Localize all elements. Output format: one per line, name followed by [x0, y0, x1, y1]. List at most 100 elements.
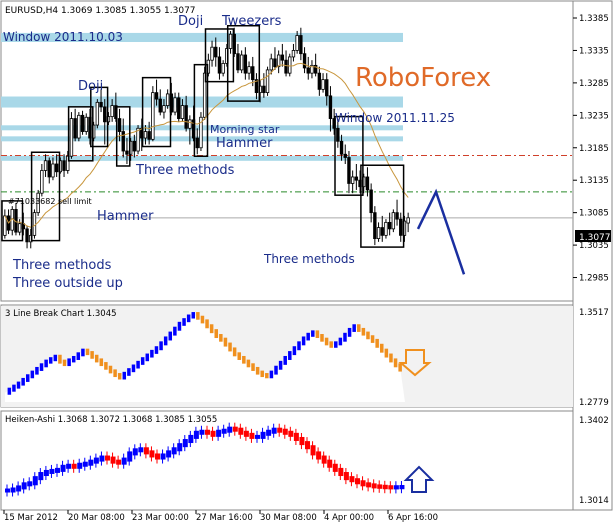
main-ytick-label: 1.3335: [579, 46, 609, 56]
annotation-hammer-low: Hammer: [97, 209, 154, 224]
bear-candle: [158, 98, 162, 113]
linebreak-up-brick: [16, 381, 21, 389]
bull-candle: [291, 50, 296, 58]
annotation-doji-top: Doji: [178, 14, 203, 29]
bear-candle: [184, 105, 188, 129]
ha-bull-candle: [260, 431, 266, 439]
ha-bear-candle: [382, 484, 388, 490]
bear-candle: [369, 189, 373, 214]
bull-candle: [221, 63, 225, 74]
linebreak-down-brick: [389, 353, 393, 363]
linebreak-up-brick: [67, 358, 71, 367]
ha-bear-candle: [293, 432, 299, 441]
bear-candle: [251, 66, 255, 81]
linebreak-down-brick: [94, 354, 99, 363]
bull-candle: [210, 46, 214, 61]
linebreak-up-brick: [48, 357, 53, 364]
bull-candle: [51, 163, 55, 178]
ha-bear-candle: [343, 472, 349, 481]
ha-bear-candle: [143, 447, 149, 455]
bear-candle: [147, 131, 151, 140]
linebreak-up-brick: [159, 341, 163, 351]
ha-bear-candle: [360, 480, 366, 487]
bear-candle: [395, 212, 399, 220]
linebreak-up-brick: [311, 330, 315, 337]
ha-bull-candle: [27, 481, 33, 487]
ha-bull-candle: [171, 447, 177, 455]
ha-bear-candle: [299, 436, 305, 446]
linebreak-up-brick: [338, 337, 343, 346]
ha-bear-candle: [205, 429, 210, 435]
linebreak-up-brick: [301, 336, 306, 346]
ha-bear-candle: [305, 441, 310, 450]
linebreak-down-brick: [200, 315, 205, 324]
bear-candle: [99, 101, 103, 108]
linebreak-up-brick: [278, 360, 283, 370]
ha-bear-candle: [282, 428, 288, 435]
main-ytick-label: 1.3385: [579, 14, 609, 24]
ha-bull-candle: [43, 469, 49, 477]
ha-bull-candle: [160, 453, 166, 460]
linebreak-up-brick: [334, 341, 338, 348]
main-ytick-label: 1.3135: [579, 176, 609, 186]
linebreak-up-brick: [168, 331, 173, 341]
bear-candle: [103, 106, 107, 123]
ha-bull-candle: [99, 455, 105, 462]
linebreak-up-brick: [127, 368, 131, 376]
bear-candle: [339, 140, 344, 155]
bear-candle: [299, 35, 303, 55]
x-tick-label: 6 Apr 16:00: [388, 513, 438, 523]
linebreak-up-brick: [306, 332, 310, 341]
main-ytick-label: 1.3235: [579, 111, 609, 121]
linebreak-down-brick: [90, 351, 94, 359]
ha-bull-candle: [38, 472, 44, 481]
linebreak-down-brick: [320, 334, 324, 342]
ha-bear-candle: [155, 453, 160, 460]
ha-bear-candle: [338, 467, 344, 477]
main-ytick-label: 1.3285: [579, 79, 609, 89]
linebreak-down-brick: [108, 365, 113, 374]
bear-candle: [236, 53, 240, 71]
x-tick-label: 4 Apr 00:00: [324, 513, 374, 523]
bear-candle: [373, 212, 377, 240]
heiken-ytick-label: 1.3014: [579, 496, 609, 506]
bull-candle: [136, 127, 140, 152]
ha-bear-candle: [277, 427, 283, 433]
ha-bull-candle: [166, 450, 172, 458]
linebreak-up-brick: [191, 312, 196, 319]
linebreak-down-brick: [315, 330, 320, 339]
ha-bull-candle: [138, 447, 144, 453]
price-axis: [572, 0, 613, 511]
linebreak-up-brick: [150, 349, 154, 358]
annotation-three-methods-mid: Three methods: [135, 163, 235, 178]
bear-candle: [25, 228, 29, 243]
linebreak-down-brick: [228, 342, 232, 352]
ha-bear-candle: [310, 445, 316, 456]
brand-watermark: RoboForex: [355, 63, 491, 93]
ha-bear-candle: [149, 450, 155, 458]
linebreak-down-brick: [237, 352, 241, 360]
ha-bull-candle: [121, 457, 127, 465]
bear-candle: [125, 150, 129, 155]
linebreak-chart-layer: 1.3517 1.2779: [1, 306, 609, 408]
bull-candle: [43, 160, 48, 171]
ha-bear-candle: [327, 459, 333, 468]
bear-candle: [343, 153, 347, 158]
ha-bear-candle: [332, 463, 338, 472]
current-price-label: 1.3077: [579, 233, 611, 243]
ha-bull-candle: [66, 463, 72, 469]
linebreak-up-brick: [173, 326, 177, 336]
ha-bull-candle: [16, 485, 22, 492]
ha-bull-candle: [216, 429, 222, 437]
bear-candle: [280, 54, 285, 61]
linebreak-up-brick: [292, 346, 297, 356]
ha-bull-candle: [193, 430, 199, 439]
linebreak-down-brick: [214, 329, 218, 339]
linebreak-up-brick: [71, 355, 76, 363]
ha-bear-candle: [288, 430, 294, 437]
linebreak-up-brick: [186, 314, 191, 323]
linebreak-down-brick: [366, 331, 370, 340]
bear-candle: [132, 140, 137, 152]
linebreak-down-brick: [219, 334, 223, 342]
bull-candle: [165, 93, 170, 106]
